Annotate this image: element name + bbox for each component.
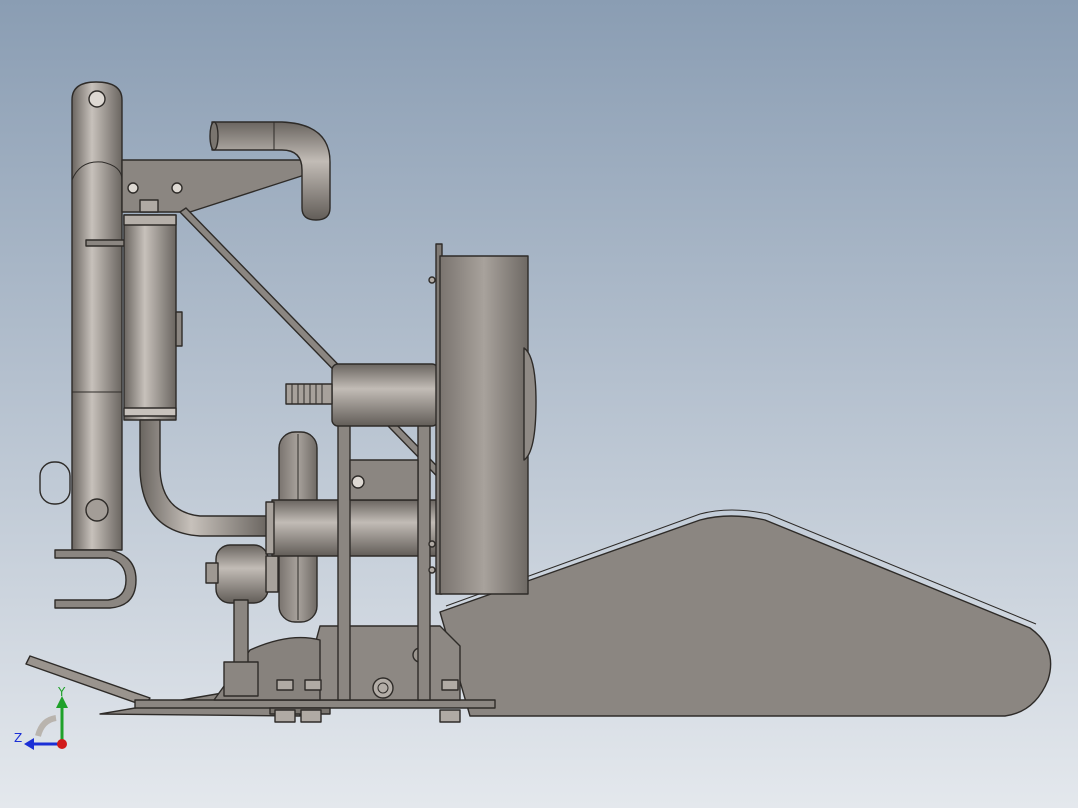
bracket-nut[interactable] (372, 677, 394, 699)
y-axis-label: Y (57, 685, 66, 699)
muffler-side-tab (175, 311, 183, 347)
post-top-hole (88, 90, 106, 108)
frame-hole-1 (127, 182, 139, 194)
x-axis-dot (57, 739, 67, 749)
upright-hole (351, 475, 365, 489)
blower-housing[interactable] (439, 255, 529, 595)
post-tab (85, 239, 127, 247)
axis-triad: Y Z (14, 685, 68, 750)
z-axis-label: Z (14, 731, 22, 745)
cad-viewport[interactable]: Y Z (0, 0, 1078, 808)
idler-axle-stub (205, 562, 219, 584)
assembly-side-view[interactable] (0, 0, 1078, 808)
exhaust-opening (209, 121, 219, 151)
upper-motor-cylinder[interactable] (331, 363, 439, 427)
tension-arm-base (223, 661, 259, 697)
lower-drive-cylinder[interactable] (271, 499, 465, 557)
vertical-post[interactable] (71, 81, 123, 551)
base-plate[interactable] (134, 699, 496, 709)
muffler[interactable] (123, 214, 177, 421)
frame-hole-2 (171, 182, 183, 194)
idler-bearing (265, 555, 279, 593)
lower-cyl-flange-left (265, 501, 275, 555)
muffler-band (123, 407, 177, 417)
muffler-top-bolt (139, 199, 159, 213)
post-lower-hole (85, 498, 109, 522)
idler-housing[interactable] (215, 544, 269, 604)
z-axis-arrow (24, 738, 34, 750)
motor-shaft-spline[interactable] (285, 383, 333, 405)
muffler-cap-top (123, 214, 177, 226)
rotation-arc-icon (35, 715, 57, 737)
